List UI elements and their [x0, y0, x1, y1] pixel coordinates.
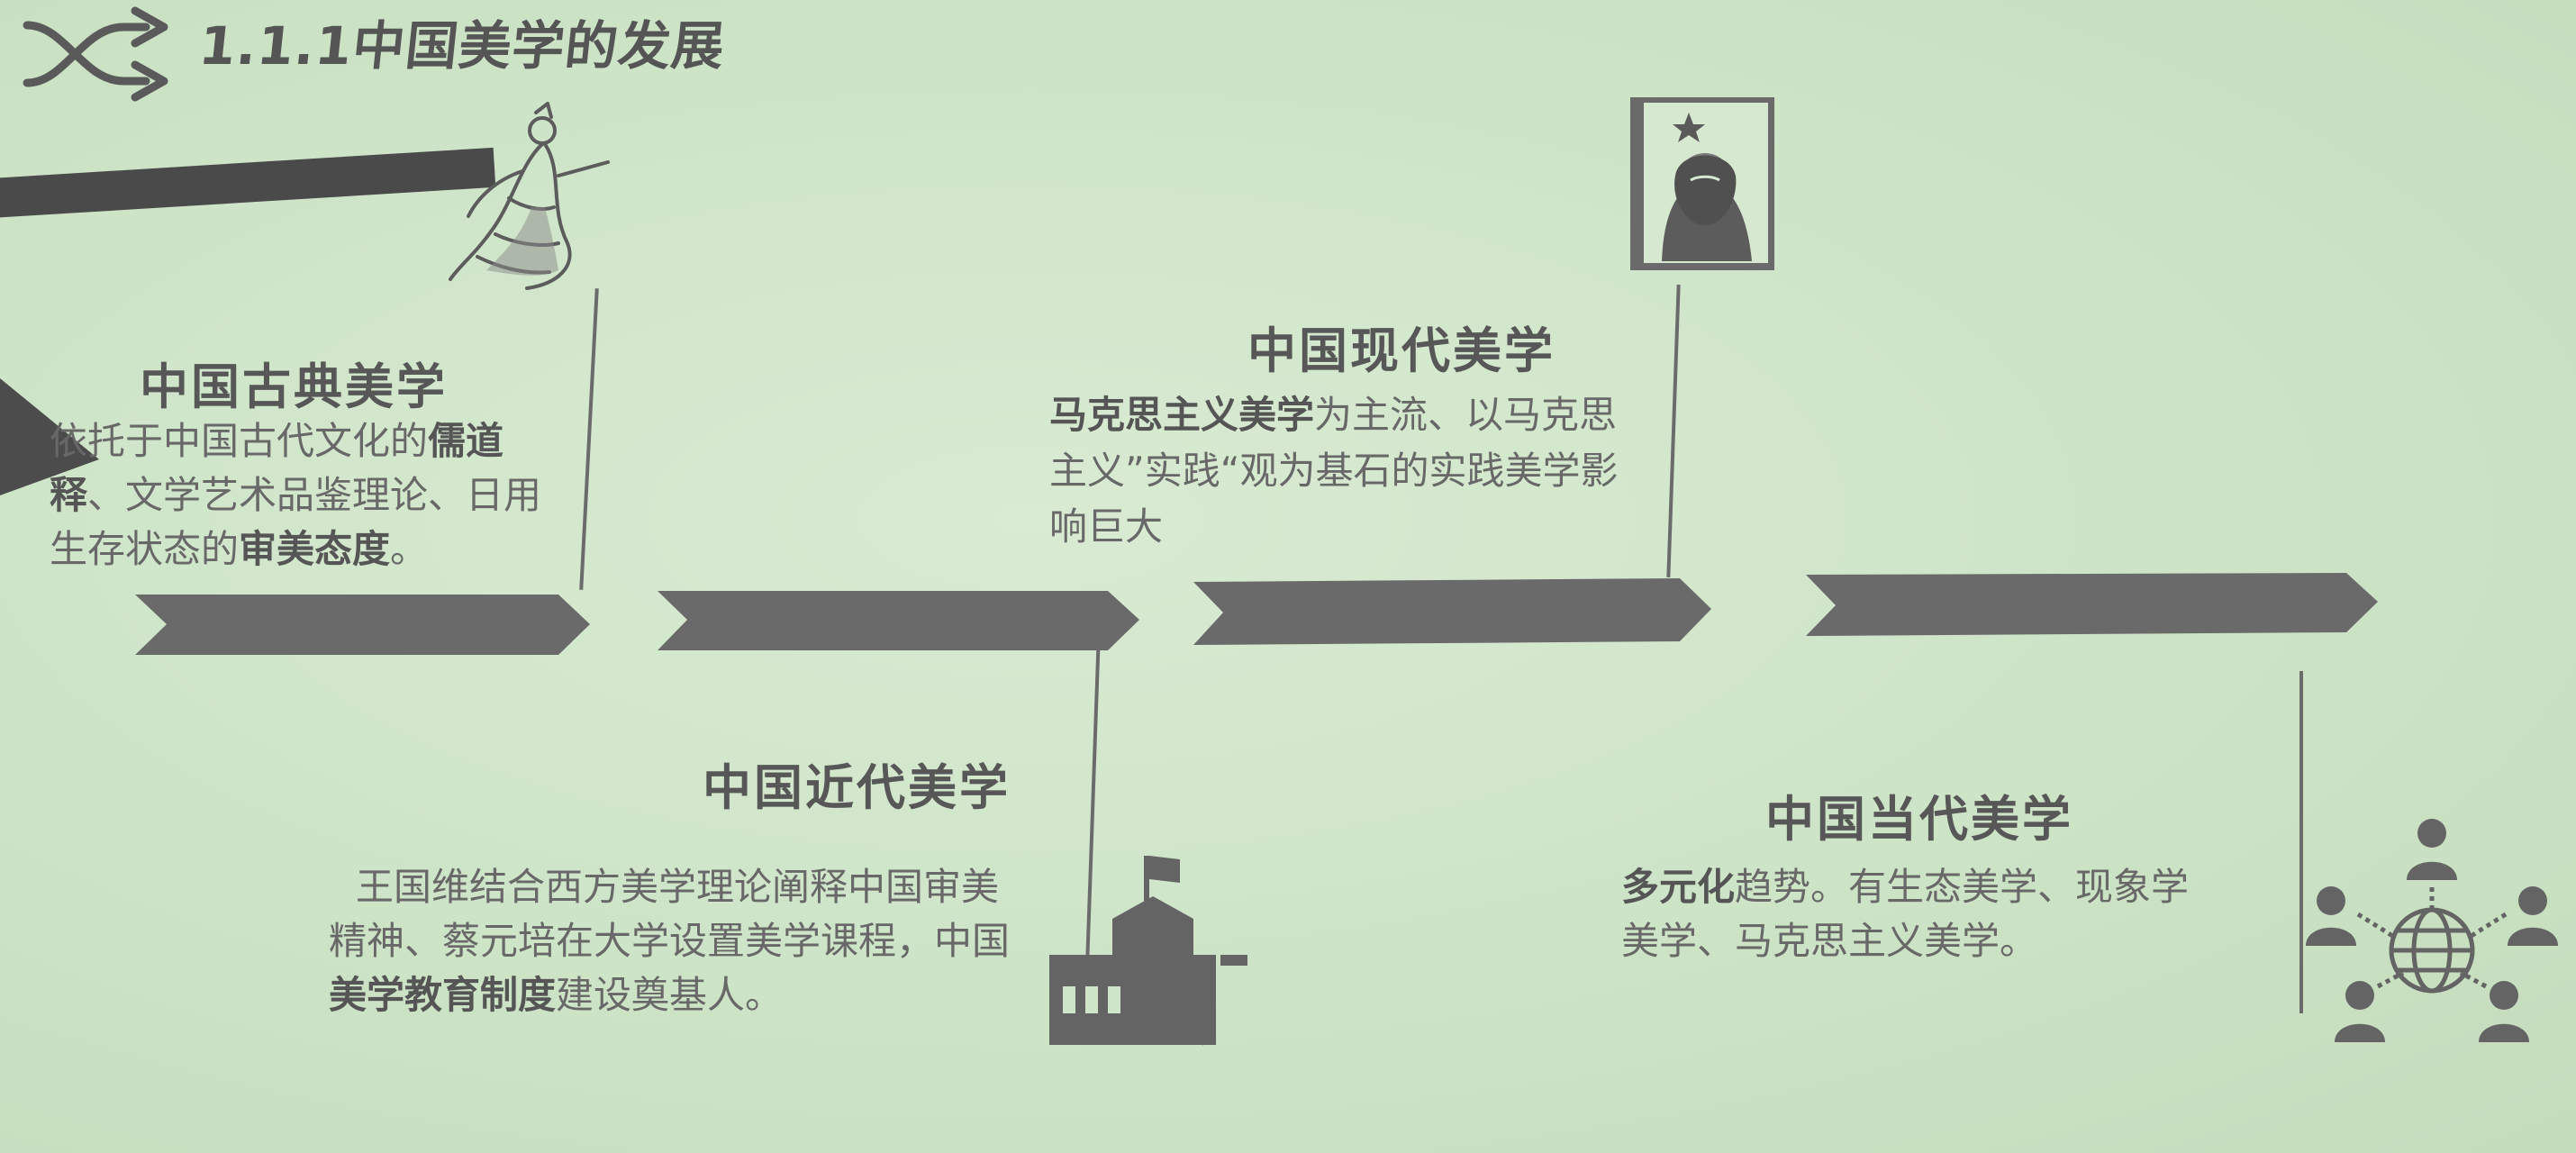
timeline-segment-2	[658, 591, 1139, 650]
connector-line-classical	[579, 288, 599, 590]
connector-line-contemporary	[2299, 671, 2303, 1013]
timeline-segment-4	[1806, 573, 2378, 636]
period-desc-contemporary: 多元化趋势。有生态美学、现象学美学、马克思主义美学。	[1621, 865, 2190, 963]
period-title-classical: 中国古典美学	[140, 359, 448, 415]
global-network-people-icon	[2306, 819, 2558, 1042]
shuffle-arrows-icon	[23, 6, 168, 102]
period-title-modern: 中国现代美学	[1247, 322, 1556, 379]
period-desc-modern: 马克思主义美学为主流、以马克思主义”实践“观为基石的实践美学影响巨大	[1049, 393, 1619, 549]
ancient-sage-figure-icon	[449, 102, 610, 290]
connector-line-modern	[1666, 285, 1681, 577]
timeline-segment-1	[135, 595, 590, 655]
university-books-icon	[1049, 856, 1247, 1046]
period-desc-classical: 依托于中国古代文化的儒道释、文学艺术品鉴理论、日用生存状态的审美态度。	[50, 419, 542, 571]
page-title: 1.1.1中国美学的发展	[195, 15, 729, 77]
period-title-early-modern: 中国近代美学	[703, 759, 1011, 816]
period-title-contemporary: 中国当代美学	[1765, 791, 2073, 848]
projection-shadow-bar	[0, 147, 496, 218]
marx-portrait-book-icon	[1630, 97, 1774, 270]
timeline-segment-3	[1193, 578, 1711, 645]
period-desc-early-modern: 王国维结合西方美学理论阐释中国审美精神、蔡元培在大学设置美学课程，中国美学教育制…	[329, 865, 1011, 1017]
header-icon	[20, 0, 173, 108]
